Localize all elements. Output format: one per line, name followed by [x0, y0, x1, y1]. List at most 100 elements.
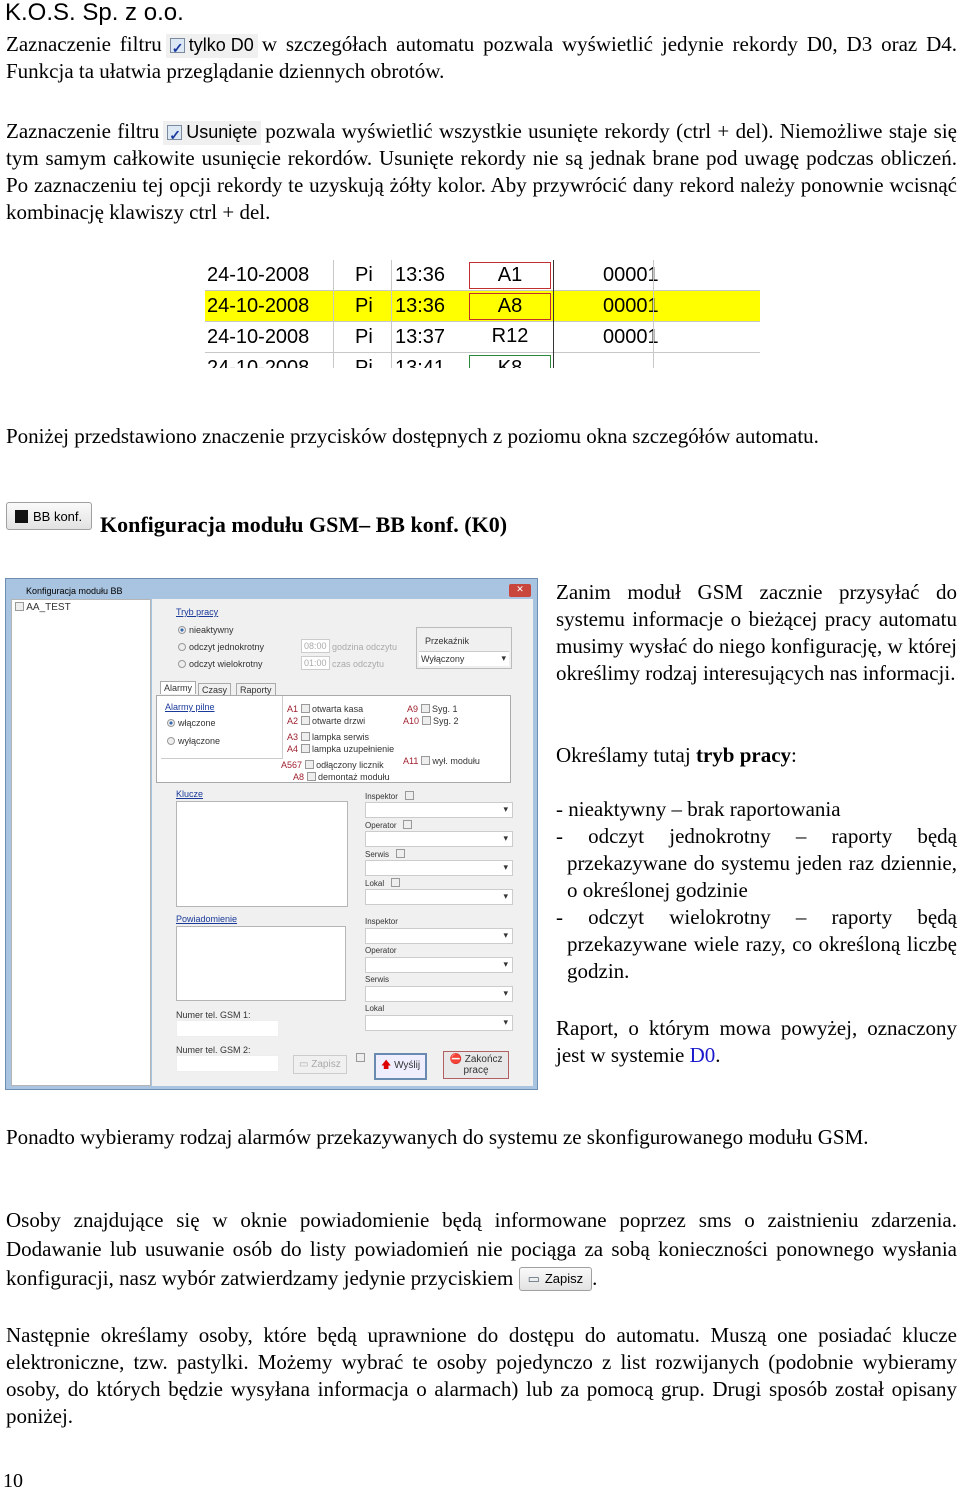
checkbox-icon — [169, 35, 185, 62]
alarm-code: A10 — [403, 716, 420, 726]
bold-text: tryb pracy — [695, 743, 792, 767]
mode-list: - nieaktywny – brak raportowania - odczy… — [556, 796, 957, 985]
chip-label: tylko D0 — [188, 35, 254, 55]
cell-day: Pi — [355, 326, 373, 348]
role-dropdown — [365, 957, 513, 973]
mode-option: nieaktywny — [189, 625, 234, 635]
relay-label: Przekaźnik — [425, 636, 470, 646]
text: Osoby znajdujące się w oknie powiadomien… — [6, 1208, 957, 1290]
alarm-option: A4 lampka uzupełnienie — [287, 744, 394, 754]
role-label: Serwis — [365, 975, 389, 984]
d0-code: D0 — [689, 1043, 716, 1067]
cell-day: Pi — [355, 264, 373, 286]
checkbox-icon — [300, 716, 310, 725]
checkbox-icon — [15, 602, 24, 611]
table-row: 24-10-2008 Pi 13:41 K8 — [205, 353, 760, 368]
alarm-option: A8 demontaż modułu — [293, 772, 390, 782]
role-dropdown — [365, 889, 513, 905]
alarm-option: A567 odłączony licznik — [281, 760, 384, 770]
checkbox-icon — [167, 122, 183, 149]
list-item: - nieaktywny – brak raportowania — [556, 797, 841, 821]
list-item: - odczyt wielokrotny – raporty będą prze… — [556, 905, 957, 983]
cell-code: A8 — [469, 293, 551, 320]
checkbox-icon — [304, 760, 314, 769]
alarm-name: demontaż modułu — [318, 772, 390, 782]
device-name: AA_TEST — [26, 602, 71, 613]
text: Zaznaczenie filtru — [6, 32, 162, 56]
chip-label: Usunięte — [186, 122, 258, 142]
gsm2-input — [176, 1055, 279, 1072]
paragraph-alarms: Ponadto wybieramy rodzaj alarmów przekaz… — [6, 1125, 869, 1149]
checkbox-icon — [420, 704, 430, 713]
paragraph-filter-d0: Zaznaczenie filtrutylko D0w szczegółach … — [6, 31, 957, 85]
relay-value: Wyłączony — [421, 654, 465, 664]
role-name: Inspektor — [365, 792, 398, 801]
role-dropdown — [365, 860, 513, 876]
time1-label: godzina odczytu — [332, 642, 398, 652]
alarm-option: A3 lampka serwis — [287, 732, 369, 742]
alarm-code: A567 — [281, 760, 303, 770]
arrow-up-icon: 🡅 — [381, 1060, 392, 1071]
alarm-code: A8 — [293, 772, 305, 782]
role-name: Lokal — [365, 1004, 385, 1013]
button-label: Zapisz — [544, 1271, 584, 1286]
role-label: Operator — [365, 946, 397, 955]
role-name: Serwis — [365, 850, 390, 859]
cell-time: 13:36 — [395, 295, 446, 317]
notify-label: Powiadomienie — [176, 914, 238, 924]
send-button: 🡅 Wyślij — [374, 1053, 428, 1080]
page-number: 10 — [3, 1470, 23, 1492]
checkbox-icon — [421, 716, 431, 725]
square-icon — [15, 509, 28, 523]
alarm-name: otwarte drzwi — [312, 716, 366, 726]
cell-num: 00001 — [603, 326, 659, 348]
section-title: Konfiguracja modułu GSM– BB konf. (K0) — [100, 512, 508, 537]
cell-time: 13:37 — [395, 326, 446, 348]
button-label: BB konf. — [33, 508, 83, 524]
stop-icon: ⛔ — [449, 1054, 462, 1065]
alarm-code: A3 — [287, 732, 299, 742]
alarm-option: A2 otwarte drzwi — [287, 716, 365, 726]
checkbox-icon — [420, 756, 430, 765]
mode-label: Tryb pracy — [176, 607, 219, 617]
cell-code: A1 — [469, 262, 551, 289]
alarm-name: odłączony licznik — [316, 760, 384, 770]
close-icon: ✕ — [509, 584, 531, 597]
time2-label: czas odczytu — [332, 659, 385, 669]
device-list: AA_TEST — [11, 599, 151, 1086]
alarm-option: A10 Syg. 2 — [403, 716, 459, 726]
cell-code: K8 — [469, 355, 551, 368]
tab-alarmy: Alarmy — [160, 681, 197, 694]
role-name: Inspektor — [365, 917, 398, 926]
role-label: Inspektor — [365, 917, 398, 926]
list-item: - odczyt jednokrotny – raporty będą prze… — [556, 824, 957, 902]
filter-d0-checkbox: tylko D0 — [165, 33, 258, 62]
right-paragraph-3: Raport, o którym mowa powyżej, oznaczony… — [556, 1015, 957, 1069]
role-dropdown — [365, 831, 513, 847]
save-button: ▭ Zapisz — [293, 1055, 347, 1074]
gsm1-input — [176, 1020, 279, 1037]
gsm1-label: Numer tel. GSM 1: — [176, 1010, 251, 1020]
relay-group: Przekaźnik Wyłączony ▾ — [416, 627, 512, 669]
role-label: Lokal — [365, 878, 400, 888]
right-paragraph-1: Zanim moduł GSM zacznie przysyłać do sys… — [556, 580, 957, 685]
floppy-icon: ▭ — [527, 1271, 540, 1286]
cell-time: 13:41 — [395, 357, 446, 368]
alarm-name: Syg. 2 — [433, 716, 459, 726]
keys-label: Klucze — [176, 789, 204, 799]
mode-option: odczyt jednokrotny — [189, 642, 265, 652]
urgent-label: Alarmy pilne — [165, 702, 215, 712]
checkbox-icon — [390, 878, 400, 887]
filter-deleted-checkbox: Usunięte — [163, 120, 262, 149]
right-paragraph-2: Określamy tutaj tryb pracy: — [556, 742, 957, 769]
checkbox-icon — [404, 791, 414, 800]
save-label: Zapisz — [311, 1059, 341, 1070]
alarm-code: A11 — [403, 756, 419, 766]
role-label: Operator — [365, 820, 413, 830]
alarm-option: A9 Syg. 1 — [407, 704, 458, 714]
table-row: 24-10-2008 Pi 13:36 00001 A1 — [205, 260, 760, 291]
role-dropdown — [365, 802, 513, 818]
alarm-name: Syg. 1 — [432, 704, 458, 714]
text: Określamy tutaj — [556, 743, 696, 767]
text: : — [791, 743, 797, 767]
